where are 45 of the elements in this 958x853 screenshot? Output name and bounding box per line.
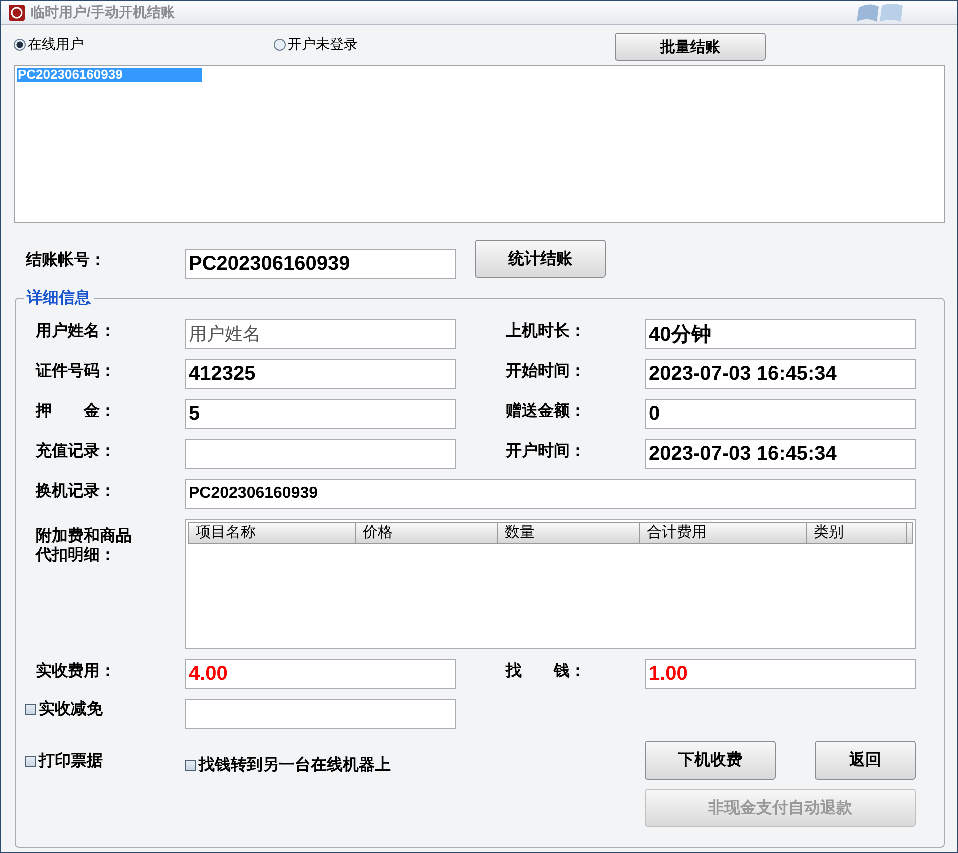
radio-button[interactable] [274,39,286,51]
field-label: 找 钱： [506,662,587,682]
field-label: 开户时间： [506,441,587,462]
field-label: 开始时间： [506,362,587,382]
input-field[interactable]: 1.00 [645,659,916,689]
input-field[interactable]: 0 [645,399,916,429]
input-field[interactable]: 40分钟 [645,319,916,349]
radio-label[interactable]: 在线用户 [28,36,84,54]
input-field[interactable]: 用户姓名 [185,319,456,349]
input-field[interactable]: 2023-07-03 16:45:34 [645,359,916,389]
field-label: 押 金： [36,402,117,422]
field-label: 上机时长： [506,322,587,342]
field-label: 结账帐号： [24,250,107,271]
action-button[interactable]: 返回 [815,741,916,780]
input-field[interactable] [185,439,456,469]
column-header[interactable]: 价格 [356,522,498,544]
column-header[interactable]: 合计费用 [640,522,807,544]
field-label: 赠送金额： [506,401,587,422]
window-title: 临时用户/手动开机结账 [31,4,175,22]
input-field[interactable]: PC202306160939 [185,479,916,509]
input-field[interactable]: 4.00 [185,659,456,689]
tally-checkout-button[interactable]: 统计结账 [475,240,606,278]
input-field[interactable] [185,699,456,729]
column-header[interactable]: 数量 [498,522,640,544]
field-label: 用户姓名： [36,321,117,342]
column-header [907,522,913,544]
field-label: 充值记录： [36,441,117,462]
app-icon [9,4,25,20]
checkbox[interactable]: 打印票据 [25,751,103,772]
field-label: 换机记录： [36,482,117,502]
input-field[interactable]: 5 [185,399,456,429]
field-label: 实收费用： [36,661,117,682]
checkbox[interactable]: 找钱转到另一台在线机器上 [185,755,391,776]
field-label: 证件号码： [36,362,117,382]
input-field[interactable]: PC202306160939 [185,249,456,279]
column-header[interactable]: 项目名称 [188,522,356,544]
input-field[interactable]: 2023-07-03 16:45:34 [645,439,916,469]
batch-checkout-button[interactable]: 批量结账 [615,33,766,61]
checkbox[interactable]: 实收减免 [25,699,185,720]
radio-label[interactable]: 开户未登录 [288,36,358,54]
field-label: 附加费和商品代扣明细： [36,526,133,565]
action-button[interactable]: 下机收费 [645,741,776,780]
column-header[interactable]: 类别 [807,522,907,544]
radio-button[interactable] [14,39,26,51]
input-field[interactable]: 412325 [185,359,456,389]
